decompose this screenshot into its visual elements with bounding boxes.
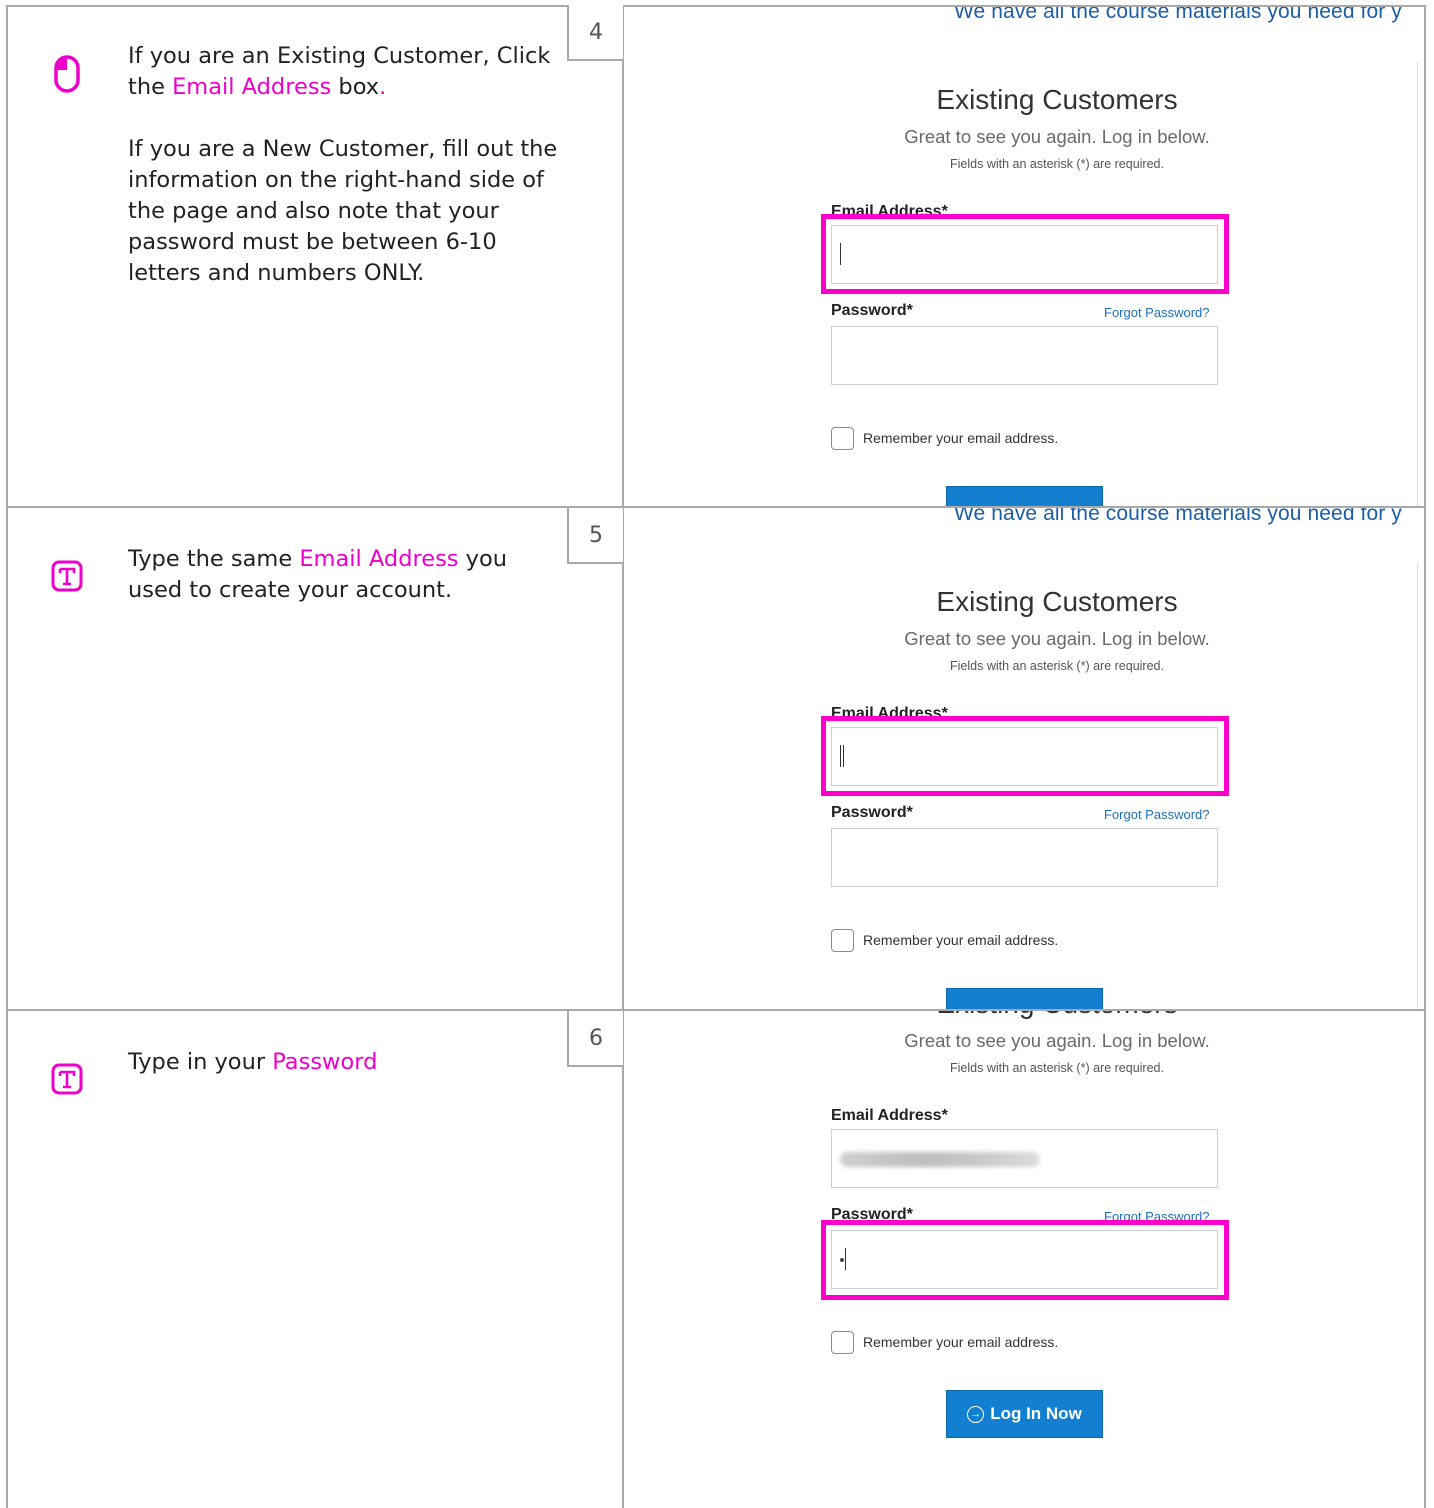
login-button[interactable] [946,988,1103,1009]
text-input-icon [47,556,87,596]
remember-label: Remember your email address. [863,1334,1059,1350]
arrow-circle-icon: → [967,1405,985,1423]
required-note: Fields with an asterisk (*) are required… [950,659,1164,673]
highlight-password: Password [272,1049,378,1075]
screenshot-step-4: We have all the course materials you nee… [624,7,1424,506]
page-title: Existing Customers [936,586,1178,617]
screenshot-step-5: We have all the course materials you nee… [624,508,1424,1009]
step-instructions: Type in your Password [128,1049,378,1075]
email-label: Email Address* [831,1107,948,1124]
page-title: Existing Customers [624,1011,1424,1020]
step-number: 5 [567,508,623,564]
text-input-icon [47,1059,87,1099]
password-field[interactable] [831,326,1218,385]
mouse-icon [47,54,87,94]
subtitle: Great to see you again. Log in below. [904,1030,1210,1051]
step-instructions: Type the same Email Address you used to … [128,546,508,603]
email-field[interactable] [831,1129,1218,1188]
password-label: Password* [831,804,913,821]
remember-checkbox[interactable] [831,427,854,450]
password-field[interactable] [831,828,1218,887]
remember-checkbox[interactable] [831,1331,854,1354]
remember-label: Remember your email address. [863,932,1059,948]
step-instructions: If you are an Existing Customer, Click t… [128,43,558,286]
highlight-box [821,214,1229,294]
required-note: Fields with an asterisk (*) are required… [950,1061,1164,1075]
banner-link[interactable]: We have all the course materials you nee… [954,508,1402,526]
step-number: 4 [567,5,623,61]
login-button[interactable]: → Log In Now [946,1390,1103,1438]
required-note: Fields with an asterisk (*) are required… [950,157,1164,171]
banner-link[interactable]: We have all the course materials you nee… [954,7,1402,24]
login-button-label: Log In Now [990,1404,1082,1423]
right-border [1424,5,1426,1508]
subtitle: Great to see you again. Log in below. [904,126,1210,147]
highlight-email-address: Email Address [172,74,332,100]
remember-checkbox[interactable] [831,929,854,952]
password-label: Password* [831,302,913,319]
forgot-password-link[interactable]: Forgot Password? [1104,305,1210,320]
subtitle: Great to see you again. Log in below. [904,628,1210,649]
forgot-password-link[interactable]: Forgot Password? [1104,807,1210,822]
screenshot-step-6: Existing Customers Great to see you agai… [624,1011,1424,1508]
page-title: Existing Customers [936,84,1178,115]
remember-label: Remember your email address. [863,430,1059,446]
highlight-box [821,1220,1229,1300]
highlight-email-address: Email Address [299,546,459,572]
login-button[interactable] [946,486,1103,506]
highlight-box [821,716,1229,796]
step-number: 6 [567,1011,623,1067]
blurred-email-value [840,1152,1040,1167]
